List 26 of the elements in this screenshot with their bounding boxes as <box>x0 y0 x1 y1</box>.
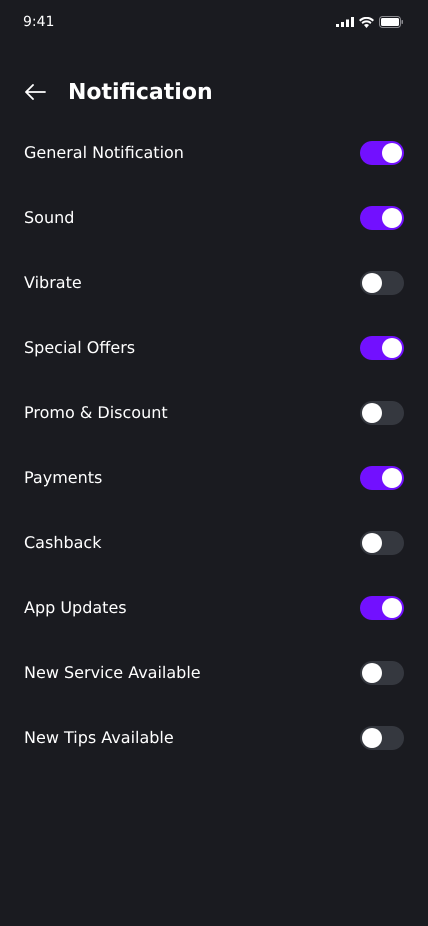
toggle-switch[interactable] <box>360 140 404 164</box>
setting-label: App Updates <box>24 598 127 617</box>
toggle-switch[interactable] <box>360 336 404 360</box>
setting-label: General Notification <box>24 143 184 162</box>
toggle-switch[interactable] <box>360 206 404 230</box>
wifi-icon <box>359 16 374 28</box>
setting-label: New Tips Available <box>24 728 174 747</box>
battery-icon <box>379 16 404 28</box>
back-button[interactable] <box>24 84 46 100</box>
toggle-switch[interactable] <box>360 660 404 684</box>
status-time: 9:41 <box>23 14 54 30</box>
page-title: Notification <box>68 80 213 104</box>
toggle-switch[interactable] <box>360 270 404 294</box>
toggle-switch[interactable] <box>360 596 404 620</box>
signal-icon <box>336 17 354 27</box>
toggle-switch[interactable] <box>360 466 404 490</box>
toggle-switch[interactable] <box>360 530 404 554</box>
setting-label: Sound <box>24 208 74 227</box>
setting-label: Special Offers <box>24 338 136 357</box>
setting-label: Promo & Discount <box>24 403 168 422</box>
toggle-switch[interactable] <box>360 400 404 424</box>
toggle-switch[interactable] <box>360 726 404 750</box>
setting-label: Cashback <box>24 533 102 552</box>
setting-label: Payments <box>24 468 102 487</box>
setting-label: Vibrate <box>24 273 82 292</box>
setting-label: New Service Available <box>24 663 201 682</box>
